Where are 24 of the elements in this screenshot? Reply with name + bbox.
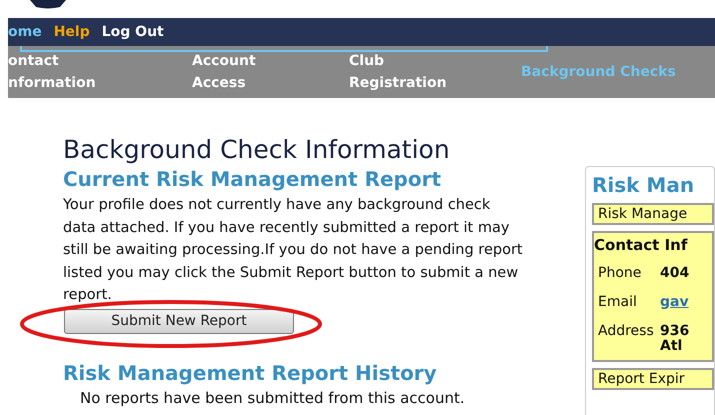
nav-tab[interactable]: Account Access xyxy=(192,50,349,94)
field-value: 404 xyxy=(660,264,690,280)
nav-tab[interactable]: Club Registration xyxy=(349,50,521,94)
field-label: Phone xyxy=(598,264,642,280)
nav-link[interactable]: Log Out xyxy=(102,24,164,40)
submit-button[interactable]: Submit New Report xyxy=(64,308,294,334)
nav-link[interactable]: Help xyxy=(54,24,90,40)
nav-tab[interactable]: ontact nformation xyxy=(8,50,192,94)
panel-title: Risk Man xyxy=(592,173,696,197)
status-message: Your profile does not currently have any background check data attached. If you have recently submitted a report it may still be awaiting processing.If you do not have a pending report listed you may click the Submit Report button to submit a new report. xyxy=(63,196,524,305)
nav-link[interactable]: ome xyxy=(8,24,42,40)
empty-message: No reports have been submitted from this account. xyxy=(80,388,466,406)
contact-heading: Contact Inf xyxy=(594,236,688,254)
field-value: Atl xyxy=(660,338,682,354)
page-title: Background Check Information xyxy=(63,134,451,166)
field-label: Email xyxy=(598,294,638,310)
email-link[interactable]: gav xyxy=(660,294,689,310)
field-label: Address xyxy=(598,322,655,338)
field-value: 936 xyxy=(660,322,690,338)
report-label: Risk Manage xyxy=(592,203,714,225)
section-heading: Risk Management Report History xyxy=(63,360,438,386)
expiry-label: Report Expir xyxy=(592,368,714,390)
section-heading: Current Risk Management Report xyxy=(63,166,442,192)
logo-icon xyxy=(30,0,66,9)
